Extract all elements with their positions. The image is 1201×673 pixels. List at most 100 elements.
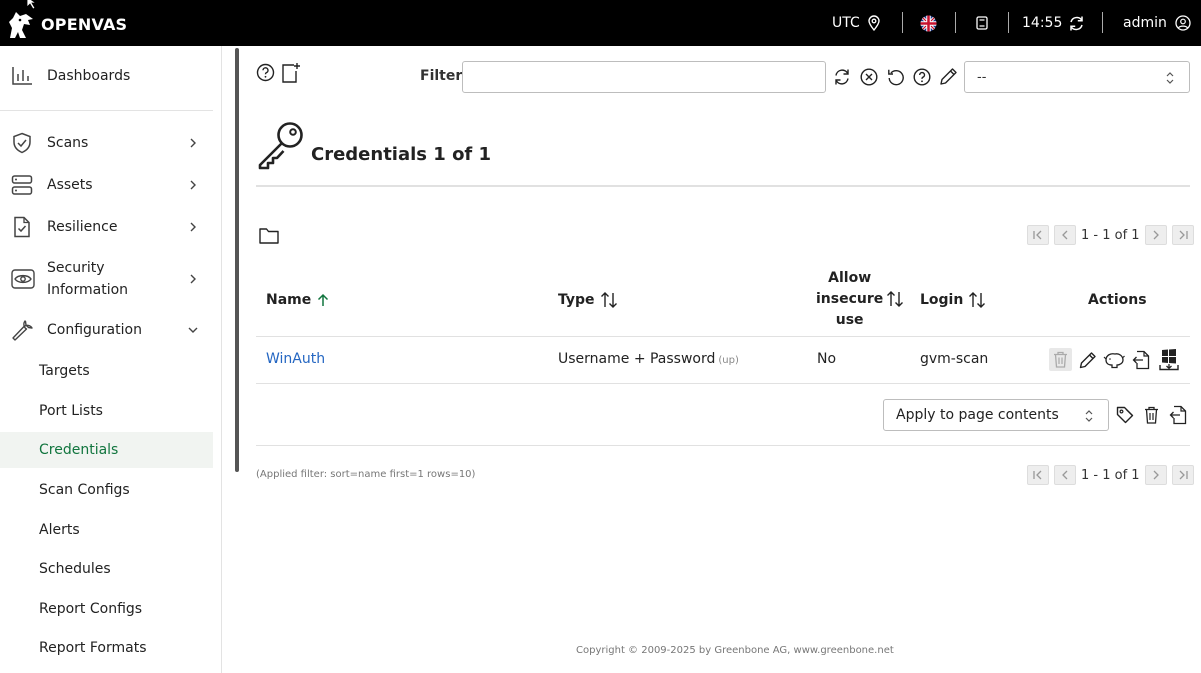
- shield-check-icon: [13, 132, 31, 154]
- new-credential-icon[interactable]: [281, 62, 301, 83]
- server-icon: [11, 175, 33, 195]
- sidebar-item-alerts[interactable]: Alerts: [0, 512, 213, 548]
- chevron-right-icon: [190, 274, 196, 284]
- timezone-display[interactable]: UTC: [832, 0, 881, 46]
- pagination-text: 1 - 1 of 1: [1081, 227, 1140, 243]
- sort-icon: [600, 292, 617, 308]
- topbar-separator: [1102, 12, 1103, 33]
- sidebar-item-configuration[interactable]: Configuration: [0, 318, 213, 342]
- export-credential-icon[interactable]: [1132, 350, 1150, 370]
- sidebar-item-dashboards[interactable]: Dashboards: [0, 64, 213, 88]
- refresh-filter-icon[interactable]: [833, 68, 851, 86]
- sidebar-item-port-lists[interactable]: Port Lists: [0, 393, 213, 429]
- renew-session-button[interactable]: [1068, 0, 1085, 46]
- select-arrows-icon: [1166, 72, 1174, 84]
- bulk-delete-icon[interactable]: [1144, 406, 1159, 424]
- bulk-export-icon[interactable]: [1169, 405, 1187, 425]
- chevron-left-icon: [1062, 230, 1068, 240]
- pagination-top: 1 - 1 of 1: [1027, 224, 1194, 246]
- topbar-separator: [902, 12, 903, 33]
- first-page-icon: [1033, 470, 1042, 480]
- column-header-label: Allow insecure use: [816, 269, 884, 328]
- manual-link[interactable]: [976, 0, 988, 46]
- clear-filter-icon[interactable]: [860, 68, 878, 86]
- pagination-bottom: 1 - 1 of 1: [1027, 464, 1194, 486]
- column-header-actions: Actions: [1088, 290, 1147, 310]
- table-header-divider: [256, 336, 1190, 337]
- sidebar-item-label: Dashboards: [47, 68, 131, 84]
- credential-name-link[interactable]: WinAuth: [266, 351, 325, 367]
- user-circle-icon: [1175, 15, 1191, 31]
- chevron-right-icon: [190, 138, 196, 148]
- sidebar-item-scan-configs[interactable]: Scan Configs: [0, 472, 213, 508]
- credential-name-cell: WinAuth: [266, 351, 325, 367]
- sidebar: Dashboards Scans Assets Resilience Secur…: [0, 46, 222, 673]
- previous-page-button[interactable]: [1054, 225, 1076, 245]
- sidebar-item-label: Assets: [47, 177, 93, 193]
- delete-credential-button[interactable]: [1049, 348, 1072, 371]
- timezone-label: UTC: [832, 15, 860, 31]
- session-time: 14:55: [1022, 0, 1062, 46]
- reset-filter-icon[interactable]: [887, 68, 905, 86]
- first-page-button[interactable]: [1027, 465, 1049, 485]
- language-selector[interactable]: [920, 0, 937, 46]
- page-title: Credentials 1 of 1: [311, 144, 492, 165]
- sort-icon: [969, 292, 986, 308]
- sidebar-item-report-configs[interactable]: Report Configs: [0, 591, 213, 627]
- sidebar-item-credentials[interactable]: Credentials: [0, 432, 213, 468]
- chevron-right-icon: [190, 180, 196, 190]
- edit-credential-icon[interactable]: [1079, 351, 1097, 369]
- add-tag-icon[interactable]: [1116, 406, 1134, 424]
- last-page-button[interactable]: [1171, 465, 1194, 485]
- scrollbar-thumb[interactable]: [235, 48, 239, 472]
- column-header-label: Type: [558, 292, 595, 308]
- allow-insecure-cell: No: [817, 351, 837, 367]
- filter-help-icon[interactable]: [913, 68, 931, 86]
- sidebar-divider: [0, 110, 213, 111]
- sidebar-item-scans[interactable]: Scans: [0, 131, 213, 155]
- sidebar-item-schedules[interactable]: Schedules: [0, 551, 213, 587]
- folder-icon[interactable]: [259, 227, 279, 244]
- last-page-button[interactable]: [1171, 225, 1194, 245]
- sidebar-item-security-information[interactable]: Security Information: [0, 256, 213, 302]
- download-windows-installer-icon[interactable]: [1158, 349, 1180, 371]
- table-row-divider: [256, 383, 1190, 384]
- login-cell: gvm-scan: [920, 351, 989, 367]
- uk-flag-icon: [920, 15, 937, 31]
- sidebar-item-resilience[interactable]: Resilience: [0, 215, 213, 239]
- first-page-button[interactable]: [1027, 225, 1049, 245]
- chevron-right-icon: [190, 222, 196, 232]
- apply-to-select[interactable]: Apply to page contents: [883, 399, 1109, 431]
- column-header-type[interactable]: Type: [558, 290, 618, 310]
- openvas-logo-icon: [9, 12, 33, 38]
- sidebar-item-label: Configuration: [47, 322, 142, 338]
- clone-credential-icon[interactable]: [1103, 351, 1125, 369]
- credential-type-abbr: (up): [718, 355, 739, 366]
- edit-filter-icon[interactable]: [939, 67, 958, 86]
- next-page-button[interactable]: [1144, 465, 1167, 485]
- sidebar-item-assets[interactable]: Assets: [0, 173, 213, 197]
- document-check-icon: [14, 216, 30, 238]
- key-icon: [258, 122, 303, 170]
- filter-input[interactable]: [462, 61, 826, 93]
- select-arrows-icon: [1085, 410, 1093, 422]
- saved-filter-select[interactable]: --: [964, 61, 1190, 93]
- session-time-label: 14:55: [1022, 15, 1063, 31]
- user-menu[interactable]: admin: [1123, 0, 1191, 46]
- next-page-button[interactable]: [1144, 225, 1167, 245]
- sort-icon: [887, 291, 904, 307]
- sidebar-item-targets[interactable]: Targets: [0, 353, 213, 389]
- app-logo[interactable]: OPENVAS: [6, 8, 127, 40]
- column-header-login[interactable]: Login: [920, 290, 986, 310]
- column-header-name[interactable]: Name: [266, 290, 329, 310]
- sidebar-item-label: Resilience: [47, 219, 118, 235]
- mouse-cursor-icon: [26, 0, 38, 10]
- topbar-separator: [955, 12, 956, 33]
- topbar-separator: [1008, 12, 1009, 33]
- previous-page-button[interactable]: [1054, 465, 1076, 485]
- sidebar-item-report-formats[interactable]: Report Formats: [0, 630, 213, 666]
- last-page-icon: [1179, 470, 1188, 480]
- column-header-allow-insecure[interactable]: Allow insecure use: [816, 267, 904, 331]
- chevron-right-icon: [1153, 230, 1159, 240]
- help-icon[interactable]: [256, 63, 275, 82]
